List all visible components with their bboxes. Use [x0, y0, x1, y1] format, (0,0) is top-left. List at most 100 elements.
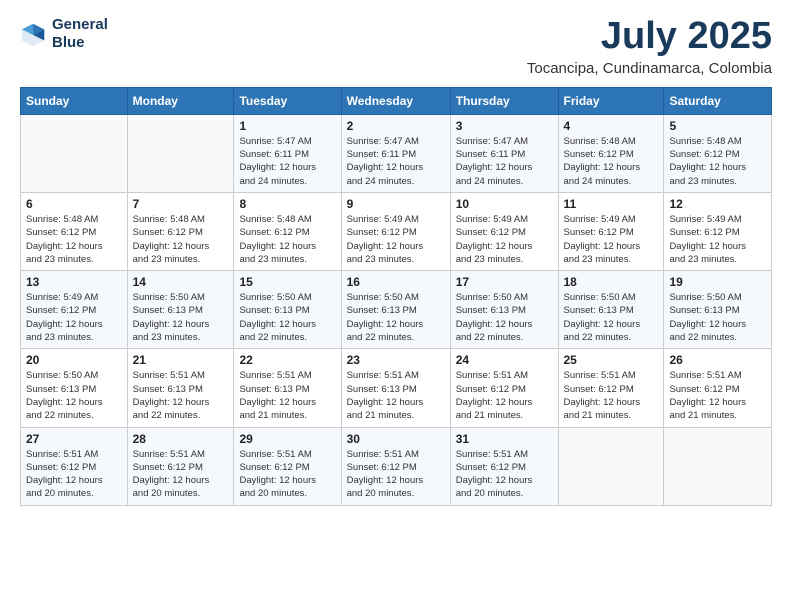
day-number: 23: [347, 353, 445, 367]
day-info: Sunrise: 5:50 AM Sunset: 6:13 PM Dayligh…: [347, 291, 445, 344]
calendar-week-row: 6 Sunrise: 5:48 AM Sunset: 6:12 PM Daylig…: [21, 192, 772, 270]
day-info: Sunrise: 5:49 AM Sunset: 6:12 PM Dayligh…: [669, 213, 766, 266]
day-info: Sunrise: 5:48 AM Sunset: 6:12 PM Dayligh…: [669, 135, 766, 188]
calendar-cell: [558, 427, 664, 505]
calendar-cell: 3 Sunrise: 5:47 AM Sunset: 6:11 PM Daylig…: [450, 114, 558, 192]
calendar-week-row: 27 Sunrise: 5:51 AM Sunset: 6:12 PM Dayli…: [21, 427, 772, 505]
calendar-cell: 21 Sunrise: 5:51 AM Sunset: 6:13 PM Dayli…: [127, 349, 234, 427]
day-info: Sunrise: 5:51 AM Sunset: 6:12 PM Dayligh…: [456, 448, 553, 501]
day-number: 11: [564, 197, 659, 211]
page-header: General Blue July 2025 Tocancipa, Cundin…: [20, 16, 772, 77]
weekday-header: Friday: [558, 87, 664, 114]
calendar-cell: 27 Sunrise: 5:51 AM Sunset: 6:12 PM Dayli…: [21, 427, 128, 505]
calendar-cell: [664, 427, 772, 505]
day-info: Sunrise: 5:49 AM Sunset: 6:12 PM Dayligh…: [456, 213, 553, 266]
calendar-cell: [21, 114, 128, 192]
calendar-cell: 22Sunrise: 5:51 AM Sunset: 6:13 PM Dayli…: [234, 349, 341, 427]
day-number: 29: [239, 432, 335, 446]
day-number: 14: [133, 275, 229, 289]
day-info: Sunrise: 5:51 AM Sunset: 6:13 PM Dayligh…: [347, 369, 445, 422]
weekday-header: Wednesday: [341, 87, 450, 114]
day-number: 31: [456, 432, 553, 446]
day-info: Sunrise: 5:51 AM Sunset: 6:12 PM Dayligh…: [26, 448, 122, 501]
day-number: 30: [347, 432, 445, 446]
day-info: Sunrise: 5:51 AM Sunset: 6:13 PM Dayligh…: [133, 369, 229, 422]
logo-line1: General: [52, 16, 108, 34]
day-number: 1: [239, 119, 335, 133]
calendar-week-row: 13Sunrise: 5:49 AM Sunset: 6:12 PM Dayli…: [21, 271, 772, 349]
weekday-header: Thursday: [450, 87, 558, 114]
day-number: 4: [564, 119, 659, 133]
calendar-cell: 18 Sunrise: 5:50 AM Sunset: 6:13 PM Dayli…: [558, 271, 664, 349]
calendar-cell: 26 Sunrise: 5:51 AM Sunset: 6:12 PM Dayli…: [664, 349, 772, 427]
calendar-cell: 6 Sunrise: 5:48 AM Sunset: 6:12 PM Daylig…: [21, 192, 128, 270]
day-number: 7: [133, 197, 229, 211]
day-number: 20: [26, 353, 122, 367]
day-number: 18: [564, 275, 659, 289]
day-number: 3: [456, 119, 553, 133]
calendar-cell: 4Sunrise: 5:48 AM Sunset: 6:12 PM Daylig…: [558, 114, 664, 192]
day-number: 10: [456, 197, 553, 211]
day-number: 2: [347, 119, 445, 133]
day-number: 21: [133, 353, 229, 367]
day-info: Sunrise: 5:51 AM Sunset: 6:12 PM Dayligh…: [669, 369, 766, 422]
day-info: Sunrise: 5:51 AM Sunset: 6:12 PM Dayligh…: [456, 369, 553, 422]
calendar-cell: 10 Sunrise: 5:49 AM Sunset: 6:12 PM Dayli…: [450, 192, 558, 270]
calendar-cell: 24 Sunrise: 5:51 AM Sunset: 6:12 PM Dayli…: [450, 349, 558, 427]
calendar-subtitle: Tocancipa, Cundinamarca, Colombia: [527, 60, 772, 77]
day-info: Sunrise: 5:49 AM Sunset: 6:12 PM Dayligh…: [26, 291, 122, 344]
day-number: 15: [239, 275, 335, 289]
day-number: 6: [26, 197, 122, 211]
day-info: Sunrise: 5:51 AM Sunset: 6:12 PM Dayligh…: [133, 448, 229, 501]
calendar-cell: 14Sunrise: 5:50 AM Sunset: 6:13 PM Dayli…: [127, 271, 234, 349]
day-number: 25: [564, 353, 659, 367]
day-number: 26: [669, 353, 766, 367]
weekday-header: Saturday: [664, 87, 772, 114]
weekday-header: Monday: [127, 87, 234, 114]
day-number: 8: [239, 197, 335, 211]
day-info: Sunrise: 5:50 AM Sunset: 6:13 PM Dayligh…: [456, 291, 553, 344]
day-info: Sunrise: 5:47 AM Sunset: 6:11 PM Dayligh…: [239, 135, 335, 188]
day-number: 27: [26, 432, 122, 446]
logo-line2: Blue: [52, 34, 108, 52]
calendar-cell: 31 Sunrise: 5:51 AM Sunset: 6:12 PM Dayli…: [450, 427, 558, 505]
weekday-header: Tuesday: [234, 87, 341, 114]
day-number: 9: [347, 197, 445, 211]
day-number: 17: [456, 275, 553, 289]
day-info: Sunrise: 5:50 AM Sunset: 6:13 PM Dayligh…: [669, 291, 766, 344]
calendar-cell: 15 Sunrise: 5:50 AM Sunset: 6:13 PM Dayli…: [234, 271, 341, 349]
calendar-cell: 23 Sunrise: 5:51 AM Sunset: 6:13 PM Dayli…: [341, 349, 450, 427]
day-info: Sunrise: 5:50 AM Sunset: 6:13 PM Dayligh…: [564, 291, 659, 344]
calendar-cell: 19 Sunrise: 5:50 AM Sunset: 6:13 PM Dayli…: [664, 271, 772, 349]
calendar-week-row: 20 Sunrise: 5:50 AM Sunset: 6:13 PM Dayli…: [21, 349, 772, 427]
calendar-cell: 11 Sunrise: 5:49 AM Sunset: 6:12 PM Dayli…: [558, 192, 664, 270]
day-info: Sunrise: 5:48 AM Sunset: 6:12 PM Dayligh…: [26, 213, 122, 266]
logo-icon: [20, 20, 48, 48]
calendar-cell: 2 Sunrise: 5:47 AM Sunset: 6:11 PM Daylig…: [341, 114, 450, 192]
calendar-table: SundayMondayTuesdayWednesdayThursdayFrid…: [20, 87, 772, 506]
calendar-cell: 25Sunrise: 5:51 AM Sunset: 6:12 PM Dayli…: [558, 349, 664, 427]
day-info: Sunrise: 5:48 AM Sunset: 6:12 PM Dayligh…: [133, 213, 229, 266]
day-info: Sunrise: 5:51 AM Sunset: 6:13 PM Dayligh…: [239, 369, 335, 422]
day-info: Sunrise: 5:49 AM Sunset: 6:12 PM Dayligh…: [347, 213, 445, 266]
day-info: Sunrise: 5:51 AM Sunset: 6:12 PM Dayligh…: [239, 448, 335, 501]
calendar-cell: 16 Sunrise: 5:50 AM Sunset: 6:13 PM Dayli…: [341, 271, 450, 349]
calendar-cell: 7 Sunrise: 5:48 AM Sunset: 6:12 PM Daylig…: [127, 192, 234, 270]
day-info: Sunrise: 5:47 AM Sunset: 6:11 PM Dayligh…: [456, 135, 553, 188]
day-info: Sunrise: 5:50 AM Sunset: 6:13 PM Dayligh…: [26, 369, 122, 422]
day-number: 24: [456, 353, 553, 367]
day-number: 19: [669, 275, 766, 289]
calendar-cell: 30 Sunrise: 5:51 AM Sunset: 6:12 PM Dayli…: [341, 427, 450, 505]
day-info: Sunrise: 5:49 AM Sunset: 6:12 PM Dayligh…: [564, 213, 659, 266]
calendar-cell: 29 Sunrise: 5:51 AM Sunset: 6:12 PM Dayli…: [234, 427, 341, 505]
calendar-cell: 13Sunrise: 5:49 AM Sunset: 6:12 PM Dayli…: [21, 271, 128, 349]
day-info: Sunrise: 5:51 AM Sunset: 6:12 PM Dayligh…: [347, 448, 445, 501]
day-number: 5: [669, 119, 766, 133]
day-info: Sunrise: 5:50 AM Sunset: 6:13 PM Dayligh…: [239, 291, 335, 344]
day-number: 28: [133, 432, 229, 446]
calendar-cell: 28 Sunrise: 5:51 AM Sunset: 6:12 PM Dayli…: [127, 427, 234, 505]
calendar-cell: 17 Sunrise: 5:50 AM Sunset: 6:13 PM Dayli…: [450, 271, 558, 349]
calendar-cell: [127, 114, 234, 192]
day-info: Sunrise: 5:47 AM Sunset: 6:11 PM Dayligh…: [347, 135, 445, 188]
day-number: 16: [347, 275, 445, 289]
